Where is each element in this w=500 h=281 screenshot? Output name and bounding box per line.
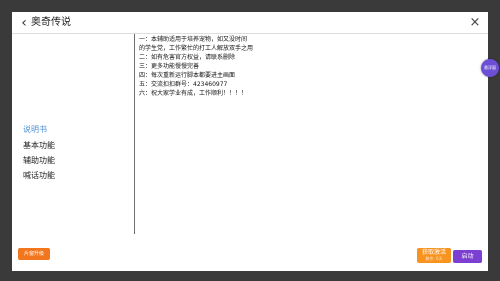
manual-line: 二：如有危害官方权益，请联系删除 [139, 54, 236, 61]
manual-line: 五：交流扣扣群号：423460977 [139, 81, 228, 88]
manual-line: 三：更多功能慢慢完善 [139, 63, 200, 70]
manual-line: 的学生党，工作繁忙的打工人解放双手之用 [139, 45, 254, 52]
vertical-divider [134, 34, 135, 234]
get-activation-button[interactable]: 获取激活 剩余: 0天 [417, 248, 451, 263]
manual-content: 一：本辅助适用于培养宠物，如又没时间 的学生党，工作繁忙的打工人解放双手之用 二… [139, 36, 439, 236]
manual-line: 一：本辅助适用于培养宠物，如又没时间 [139, 36, 248, 43]
update-button[interactable]: 片窗升级 [18, 248, 50, 260]
window-title: 奥奇传说 [31, 17, 71, 28]
app-window: ‹ 奥奇传说 × 说明书 基本功能 辅助功能 喊话功能 一：本辅助适用于培养宠物… [12, 12, 488, 271]
floating-window-badge[interactable]: 悬浮窗 [481, 59, 499, 77]
sidebar: 说明书 基本功能 辅助功能 喊话功能 [12, 34, 134, 271]
manual-line: 四：每次重新运行脚本都要进主画面 [139, 72, 236, 79]
activation-remaining: 剩余: 0天 [425, 256, 443, 261]
manual-line: 六：祝大家学业有成，工作顺利！！！！ [139, 90, 248, 97]
sidebar-item-basic-functions[interactable]: 基本功能 [23, 140, 55, 151]
title-bar: ‹ 奥奇传说 × [12, 12, 488, 34]
sidebar-item-manual[interactable]: 说明书 [23, 124, 47, 135]
sidebar-item-assist-functions[interactable]: 辅助功能 [23, 155, 55, 166]
sidebar-item-shout-functions[interactable]: 喊话功能 [23, 170, 55, 181]
start-button[interactable]: 启动 [453, 250, 482, 263]
close-icon[interactable]: × [468, 15, 482, 31]
activation-label: 获取激活 [421, 249, 446, 256]
back-arrow-icon[interactable]: ‹ [18, 15, 30, 31]
